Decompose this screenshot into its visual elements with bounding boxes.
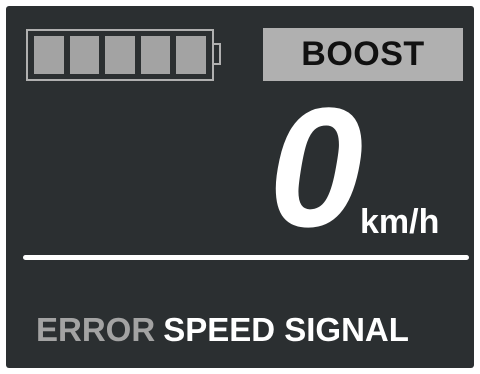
ebike-display-screen: BOOST 0 km/h ERROR SPEED SIGNAL xyxy=(6,6,474,368)
battery-segment xyxy=(105,36,135,74)
battery-segment xyxy=(34,36,64,74)
status-row: ERROR SPEED SIGNAL xyxy=(36,310,409,350)
battery-segment xyxy=(176,36,206,74)
error-message: SPEED SIGNAL xyxy=(163,311,409,348)
battery-segment xyxy=(69,36,100,74)
battery-icon xyxy=(26,29,214,81)
battery-segment xyxy=(140,36,171,74)
speed-value: 0 xyxy=(268,73,364,263)
error-label: ERROR xyxy=(36,311,156,348)
speed-unit: km/h xyxy=(360,203,440,241)
battery-terminal xyxy=(214,43,221,65)
divider-line xyxy=(23,255,469,260)
